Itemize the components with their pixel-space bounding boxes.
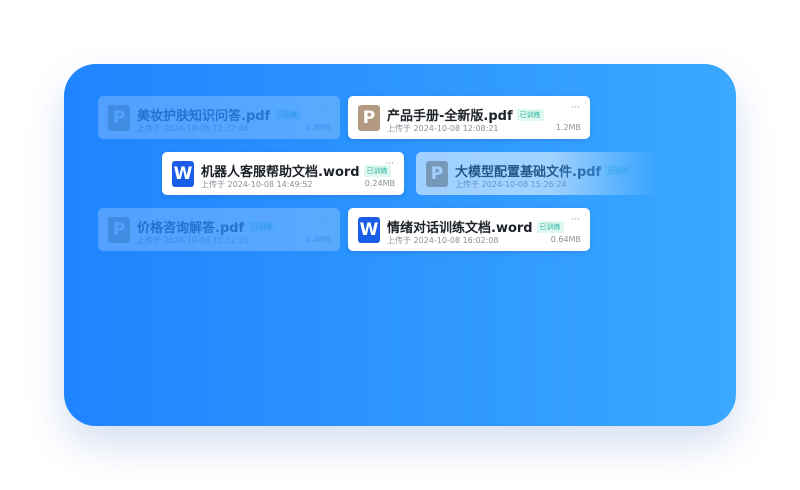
file-size: 0.4MB — [305, 235, 331, 244]
more-options-icon[interactable]: ··· — [321, 215, 330, 225]
trained-badge: 已训练 — [248, 220, 276, 233]
pdf-file-icon: P — [108, 105, 130, 131]
file-size: 0.24MB — [364, 179, 395, 188]
more-options-icon[interactable]: ··· — [571, 103, 580, 113]
file-name: 价格咨询解答.pdf 已训练 — [137, 217, 276, 236]
trained-badge: 已训练 — [536, 220, 564, 233]
file-name: 美妆护肤知识问答.pdf 已训练 — [137, 105, 302, 124]
more-options-icon[interactable]: ··· — [385, 159, 394, 169]
pdf-file-icon: P — [108, 217, 130, 243]
upload-time: 上传于 2024-10-08 14:49:52 — [201, 180, 313, 189]
file-card[interactable]: W 机器人客服帮助文档.word 已训练 ··· 上传于 2024-10-08 1… — [162, 152, 404, 195]
pdf-file-icon: P — [358, 105, 380, 131]
word-file-icon: W — [358, 217, 380, 243]
upload-time: 上传于 2024-10-08 12:08:21 — [387, 124, 499, 133]
trained-badge: 已训练 — [605, 164, 633, 177]
upload-time: 上传于 2024-10-08 16:02:08 — [387, 236, 499, 245]
file-card[interactable]: P 价格咨询解答.pdf 已训练 ··· 上传于 2024-10-08 15:32… — [98, 208, 340, 251]
file-card[interactable]: P 大模型配置基础文件.pdf 已训练 上传于 2024-10-08 15:26:… — [416, 152, 658, 195]
file-card[interactable]: P 美妆护肤知识问答.pdf 已训练 ··· 上传于 2024-10-08 12:… — [98, 96, 340, 139]
word-file-icon: W — [172, 161, 194, 187]
upload-time: 上传于 2024-10-08 12:32:46 — [137, 124, 249, 133]
pdf-file-icon: P — [426, 161, 448, 187]
hero-panel: P 美妆护肤知识问答.pdf 已训练 ··· 上传于 2024-10-08 12:… — [64, 64, 736, 426]
upload-time: 上传于 2024-10-08 15:32:20 — [137, 236, 249, 245]
file-size: 0.8MB — [305, 123, 331, 132]
file-card[interactable]: W 情绪对话训练文档.word 已训练 ··· 上传于 2024-10-08 16… — [348, 208, 590, 251]
file-size: 0.64MB — [550, 235, 581, 244]
more-options-icon[interactable]: ··· — [571, 215, 580, 225]
trained-badge: 已训练 — [516, 108, 544, 121]
file-name: 产品手册-全新版.pdf 已训练 — [387, 105, 544, 124]
file-name: 机器人客服帮助文档.word 已训练 — [201, 161, 391, 180]
file-name: 大模型配置基础文件.pdf 已训练 — [455, 161, 633, 180]
file-card[interactable]: P 产品手册-全新版.pdf 已训练 ··· 上传于 2024-10-08 12:… — [348, 96, 590, 139]
file-size: 1.2MB — [555, 123, 581, 132]
file-name: 情绪对话训练文档.word 已训练 — [387, 217, 564, 236]
trained-badge: 已训练 — [274, 108, 302, 121]
more-options-icon[interactable]: ··· — [321, 103, 330, 113]
upload-time: 上传于 2024-10-08 15:26:24 — [455, 180, 567, 189]
